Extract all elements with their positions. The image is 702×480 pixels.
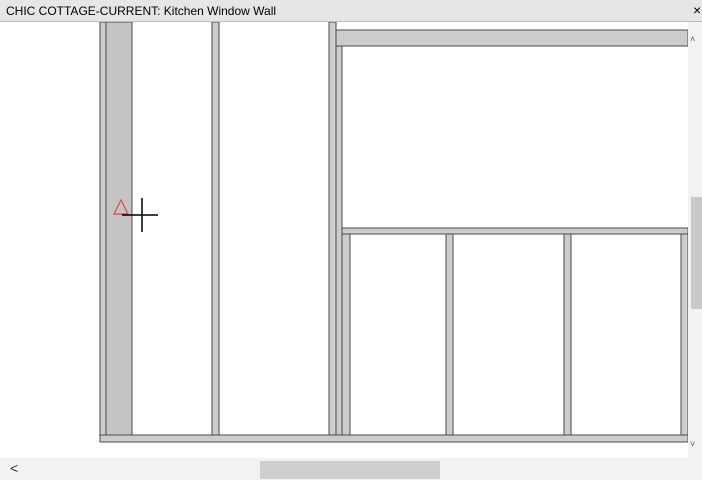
scroll-up-arrow-icon[interactable]: ˄ — [690, 34, 695, 44]
stud — [328, 22, 337, 443]
cripple-stud — [341, 233, 351, 443]
stud-highlighted — [105, 22, 133, 443]
bottom-plate — [99, 434, 688, 443]
stud — [335, 29, 343, 443]
horizontal-scroll-thumb[interactable] — [260, 461, 440, 479]
stud — [99, 22, 107, 443]
wall-elevation[interactable] — [0, 22, 688, 458]
cripple-stud — [445, 233, 454, 443]
window-title: CHIC COTTAGE-CURRENT: Kitchen Window Wal… — [6, 4, 277, 18]
window-sill — [341, 227, 688, 235]
cripple-stud — [680, 233, 688, 443]
stud — [211, 22, 220, 443]
vertical-scroll-thumb[interactable] — [691, 197, 702, 309]
window-header — [335, 29, 688, 47]
scroll-left-arrow-icon[interactable]: < — [10, 460, 18, 476]
scroll-down-arrow-icon[interactable]: ˅ — [690, 439, 695, 449]
close-icon[interactable]: × — [693, 2, 701, 18]
window-titlebar: CHIC COTTAGE-CURRENT: Kitchen Window Wal… — [0, 0, 702, 22]
vertical-scrollbar[interactable]: ˄ ˅ — [688, 22, 702, 458]
cripple-stud — [563, 233, 572, 443]
horizontal-scrollbar[interactable]: < — [0, 458, 702, 480]
drawing-canvas[interactable] — [0, 22, 688, 458]
